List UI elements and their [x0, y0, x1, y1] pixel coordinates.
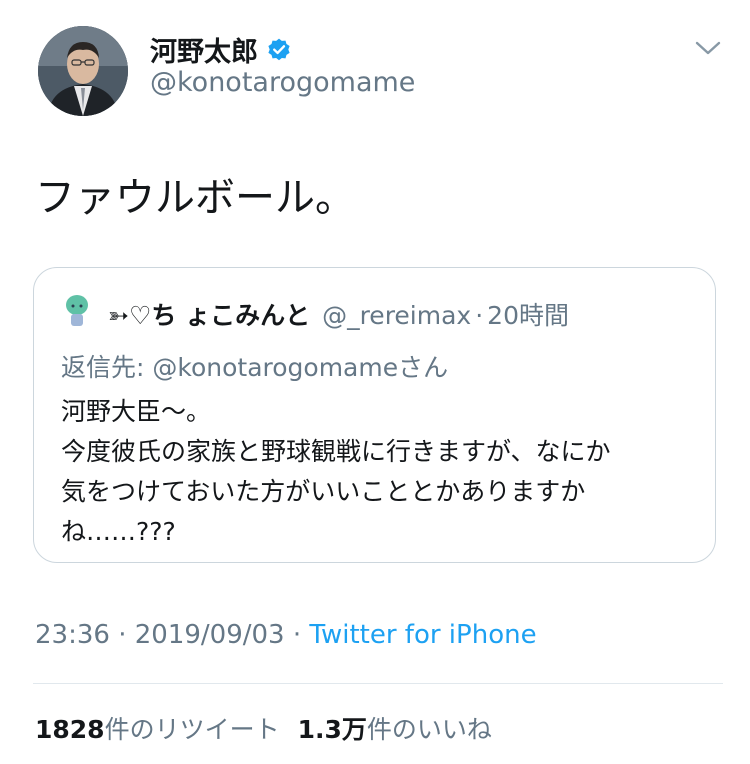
quoted-text-line: 気をつけておいた方がいいこととかありますか — [61, 477, 586, 506]
likes-count: 1.3万 — [297, 715, 367, 744]
author-avatar[interactable] — [38, 26, 128, 116]
quoted-age: 20時間 — [487, 301, 569, 330]
retweets-count: 1828 — [35, 715, 105, 744]
avatar-photo — [38, 26, 128, 116]
tweet-text: ファウルボール。 — [35, 175, 355, 221]
tweet-date: 2019/09/03 — [134, 620, 285, 650]
likes-stat[interactable]: 1.3万件のいいね — [298, 715, 492, 744]
timestamp-separator: · — [292, 620, 302, 650]
divider — [33, 683, 723, 684]
reply-to-handle[interactable]: @konotarogomame — [152, 353, 398, 382]
tweet-stats: 1828件のリツイート 1.3万件のいいね — [35, 710, 492, 746]
retweets-label: 件のリツイート — [104, 715, 280, 744]
quoted-header: ➳♡ち ょこみんと @_rereimax · 20時間 — [108, 296, 569, 332]
likes-label: 件のいいね — [366, 715, 492, 744]
author-handle[interactable]: @konotarogomame — [150, 67, 415, 98]
quoted-separator: · — [475, 301, 484, 330]
quoted-text-line: ね……??? — [61, 517, 176, 546]
quoted-text-line: 河野大臣〜。 — [61, 397, 212, 426]
reply-to-prefix: 返信先: — [61, 353, 153, 382]
author-display-name[interactable]: 河野太郎 — [150, 30, 258, 69]
author-name-row[interactable]: 河野太郎 — [150, 30, 292, 69]
quoted-avatar[interactable] — [62, 294, 92, 328]
quoted-text: 河野大臣〜。 今度彼氏の家族と野球観戦に行きますが、なにか 気をつけておいた方が… — [61, 392, 701, 552]
timestamp-separator: · — [118, 620, 127, 650]
retweets-stat[interactable]: 1828件のリツイート — [35, 715, 280, 744]
verified-badge-icon — [268, 38, 290, 60]
quoted-text-line: 今度彼氏の家族と野球観戦に行きますが、なにか — [61, 437, 611, 466]
quoted-display-name[interactable]: ➳♡ち ょこみんと — [108, 296, 310, 332]
reply-to-suffix: さん — [398, 353, 449, 382]
tweet-timestamp: 23:36 · 2019/09/03 · Twitter for iPhone — [35, 620, 537, 650]
reply-to-line: 返信先: @konotarogomameさん — [61, 348, 448, 384]
tweet-time: 23:36 — [35, 620, 110, 650]
quoted-tweet-card[interactable]: ➳♡ち ょこみんと @_rereimax · 20時間 返信先: @konota… — [33, 267, 716, 563]
quoted-handle[interactable]: @_rereimax — [322, 301, 471, 330]
chevron-down-icon[interactable] — [694, 38, 722, 58]
tweet-source-link[interactable]: Twitter for iPhone — [309, 620, 536, 650]
